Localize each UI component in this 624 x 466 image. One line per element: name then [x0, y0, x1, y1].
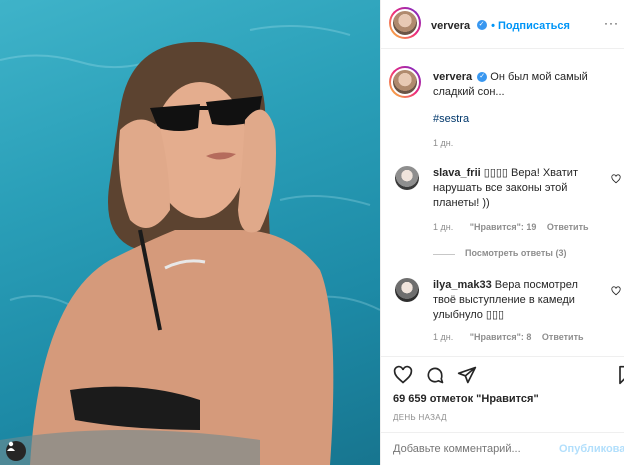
reply-button[interactable]: Ответить [547, 222, 589, 232]
heart-icon[interactable] [611, 286, 621, 296]
post-date[interactable]: ДЕНЬ НАЗАД [393, 413, 447, 422]
more-options-icon[interactable]: ··· [604, 16, 619, 30]
author-username[interactable]: ververa [431, 20, 470, 32]
comment-input[interactable] [393, 441, 553, 457]
replies-divider [433, 254, 455, 255]
verified-icon: ✓ [476, 19, 487, 30]
comment-username[interactable]: ilya_mak33 [433, 279, 492, 291]
caption-hashtag[interactable]: #sestra [433, 112, 469, 127]
caption-time[interactable]: 1 дн. [433, 138, 453, 148]
comment-username[interactable]: slava_frii [433, 167, 481, 179]
comment-likes[interactable]: "Нравится": 8 [470, 332, 532, 342]
comment-text: ilya_mak33 Вера посмотрел твоё выступлен… [433, 278, 599, 323]
comment-likes[interactable]: "Нравится": 19 [470, 222, 537, 232]
comment-icon[interactable] [425, 365, 445, 385]
comment-bar: Опубликовать [381, 432, 624, 466]
caption-username[interactable]: ververa [433, 71, 472, 83]
bookmark-icon[interactable] [617, 365, 624, 385]
comment-meta: 1 дн. "Нравится": 19 Ответить [433, 222, 589, 232]
post-sidebar: ververa ✓ • Подписаться ··· ververa ✓ Он… [380, 0, 624, 465]
share-icon[interactable] [457, 365, 477, 385]
post-comment-button[interactable]: Опубликовать [559, 443, 624, 455]
heart-icon[interactable] [393, 365, 413, 385]
user-tag-icon[interactable] [6, 441, 26, 461]
comment-text: slava_frii ▯▯▯▯ Вера! Хватит нарушать вс… [433, 166, 599, 211]
verified-icon: ✓ [477, 72, 488, 83]
comment-time[interactable]: 1 дн. [433, 332, 453, 342]
comment-avatar[interactable] [395, 166, 419, 190]
comment-meta: 1 дн. "Нравится": 8 Ответить [433, 332, 584, 342]
reply-button[interactable]: Ответить [542, 332, 584, 342]
photo-illustration [0, 25, 380, 465]
follow-button[interactable]: • Подписаться [491, 20, 570, 32]
author-avatar[interactable] [389, 7, 421, 39]
caption-avatar[interactable] [389, 66, 421, 98]
comment-time[interactable]: 1 дн. [433, 222, 453, 232]
heart-icon[interactable] [611, 174, 621, 184]
caption-text: ververa ✓ Он был мой самый сладкий сон..… [433, 70, 603, 100]
post-header: ververa ✓ • Подписаться ··· [381, 0, 624, 49]
comment-avatar[interactable] [395, 278, 419, 302]
likes-count[interactable]: 69 659 отметок "Нравится" [393, 393, 539, 405]
post-photo[interactable] [0, 0, 380, 465]
view-replies-button[interactable]: Посмотреть ответы (3) [465, 248, 566, 258]
header-author-line: ververa ✓ • Подписаться [431, 16, 570, 34]
